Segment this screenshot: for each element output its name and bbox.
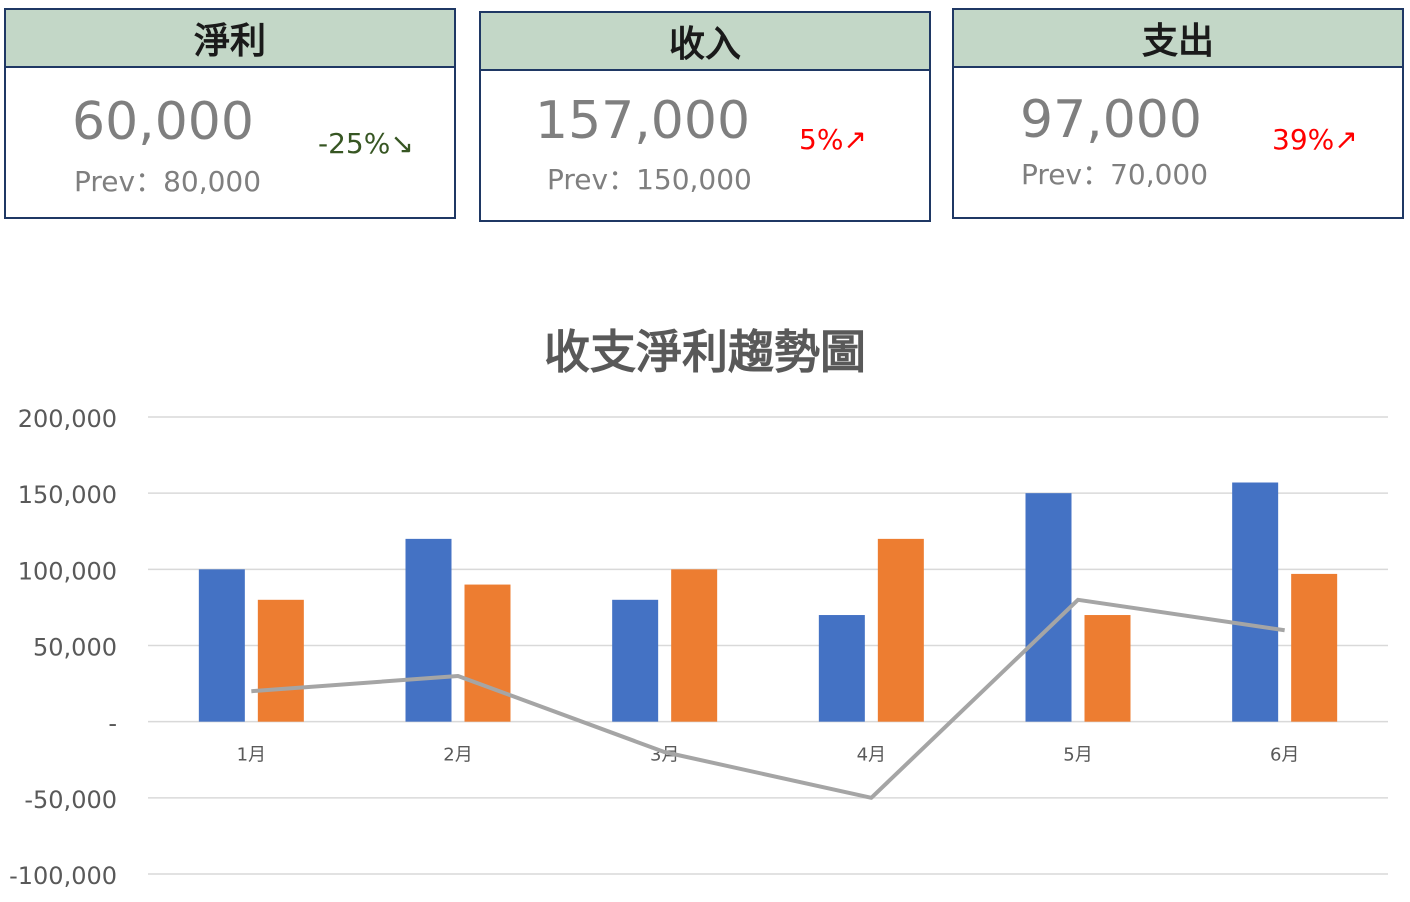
kpi-value-expense: 97,000 xyxy=(1020,90,1202,150)
y-tick-label: -50,000 xyxy=(24,786,117,814)
kpi-title-net-profit: 淨利 xyxy=(6,10,454,68)
kpi-title-expense: 支出 xyxy=(954,10,1402,68)
kpi-prev-expense: Prev：70,000 xyxy=(1021,158,1209,191)
kpi-value-revenue: 157,000 xyxy=(535,91,751,151)
bar-series-2 xyxy=(671,569,718,722)
kpi-card-expense: 支出 97,000 Prev：70,000 39%↗ xyxy=(952,8,1404,219)
bar-series-1 xyxy=(612,599,659,722)
kpi-prev-net-profit: Prev：80,000 xyxy=(74,165,262,198)
kpi-title-revenue: 收入 xyxy=(481,13,929,71)
x-tick-label: 1月 xyxy=(237,745,266,766)
y-tick-label: - xyxy=(108,710,117,738)
x-tick-label: 2月 xyxy=(443,745,472,766)
bar-series-1 xyxy=(818,615,865,722)
bar-series-1 xyxy=(1025,493,1072,722)
bar-series-2 xyxy=(1084,615,1131,722)
kpi-card-net-profit: 淨利 60,000 Prev：80,000 -25%↘ xyxy=(4,8,456,219)
kpi-change-revenue: 5%↗ xyxy=(799,123,867,156)
x-tick-label: 4月 xyxy=(857,745,886,766)
y-tick-label: -100,000 xyxy=(9,862,117,890)
kpi-change-net-profit: -25%↘ xyxy=(318,127,414,160)
kpi-prev-revenue: Prev：150,000 xyxy=(547,163,752,196)
bar-series-2 xyxy=(257,599,304,722)
bar-series-2 xyxy=(877,538,924,722)
bar-series-2 xyxy=(464,584,511,722)
trend-chart: 200,000 150,000 100,000 50,000 - -50,000 -100,… xyxy=(9,405,1388,890)
kpi-card-revenue: 收入 157,000 Prev：150,000 5%↗ xyxy=(479,11,931,222)
x-tick-label: 5月 xyxy=(1063,745,1092,766)
bar-series-1 xyxy=(198,569,245,722)
kpi-value-net-profit: 60,000 xyxy=(72,92,254,152)
y-tick-label: 150,000 xyxy=(18,481,117,509)
kpi-change-expense: 39%↗ xyxy=(1272,123,1358,156)
y-tick-label: 100,000 xyxy=(18,557,117,585)
bar-series-1 xyxy=(405,538,452,722)
y-tick-label: 50,000 xyxy=(33,634,117,662)
bar-series-2 xyxy=(1291,573,1338,722)
y-tick-label: 200,000 xyxy=(18,405,117,433)
bar-series-1 xyxy=(1232,482,1279,722)
x-tick-label: 6月 xyxy=(1270,745,1299,766)
